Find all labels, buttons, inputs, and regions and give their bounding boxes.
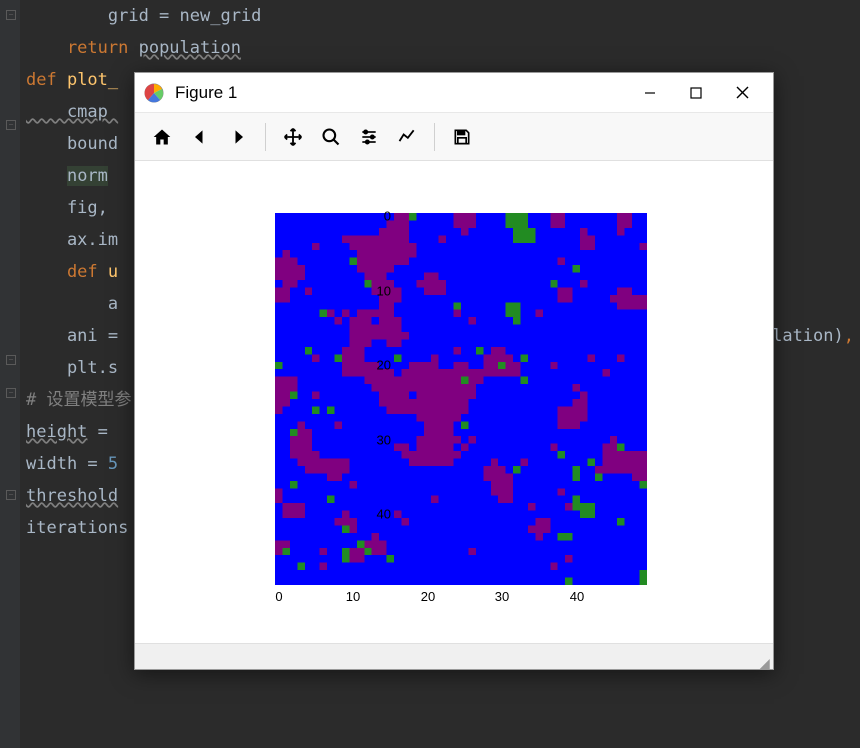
close-button[interactable] — [719, 78, 765, 108]
forward-button[interactable] — [219, 118, 257, 156]
toolbar-separator — [265, 123, 266, 151]
edit-axis-button[interactable] — [388, 118, 426, 156]
plot-area[interactable]: 0 10 20 30 40 0 10 20 30 40 — [135, 161, 773, 643]
ytick-label: 40 — [377, 507, 391, 522]
zoom-button[interactable] — [312, 118, 350, 156]
xtick-label: 20 — [421, 589, 435, 604]
maximize-button[interactable] — [673, 78, 719, 108]
matplotlib-toolbar — [135, 113, 773, 161]
ytick-label: 10 — [377, 284, 391, 299]
titlebar[interactable]: Figure 1 — [135, 73, 773, 113]
toolbar-separator — [434, 123, 435, 151]
home-button[interactable] — [143, 118, 181, 156]
resize-grip-icon[interactable]: ◢ — [759, 655, 771, 667]
back-button[interactable] — [181, 118, 219, 156]
window-title: Figure 1 — [175, 83, 627, 103]
configure-subplots-button[interactable] — [350, 118, 388, 156]
code-line: return population — [20, 32, 860, 64]
ytick-label: 30 — [377, 433, 391, 448]
ytick-label: 0 — [384, 209, 391, 224]
matplotlib-icon — [143, 82, 165, 104]
pan-button[interactable] — [274, 118, 312, 156]
ytick-label: 20 — [377, 358, 391, 373]
xtick-label: 10 — [346, 589, 360, 604]
xtick-label: 40 — [570, 589, 584, 604]
heatmap-canvas — [275, 213, 647, 585]
save-button[interactable] — [443, 118, 481, 156]
figure-window: Figure 1 — [134, 72, 774, 670]
xtick-label: 0 — [275, 589, 282, 604]
xtick-label: 30 — [495, 589, 509, 604]
code-line: grid = new_grid — [20, 0, 860, 32]
minimize-button[interactable] — [627, 78, 673, 108]
statusbar: ◢ — [135, 643, 773, 669]
